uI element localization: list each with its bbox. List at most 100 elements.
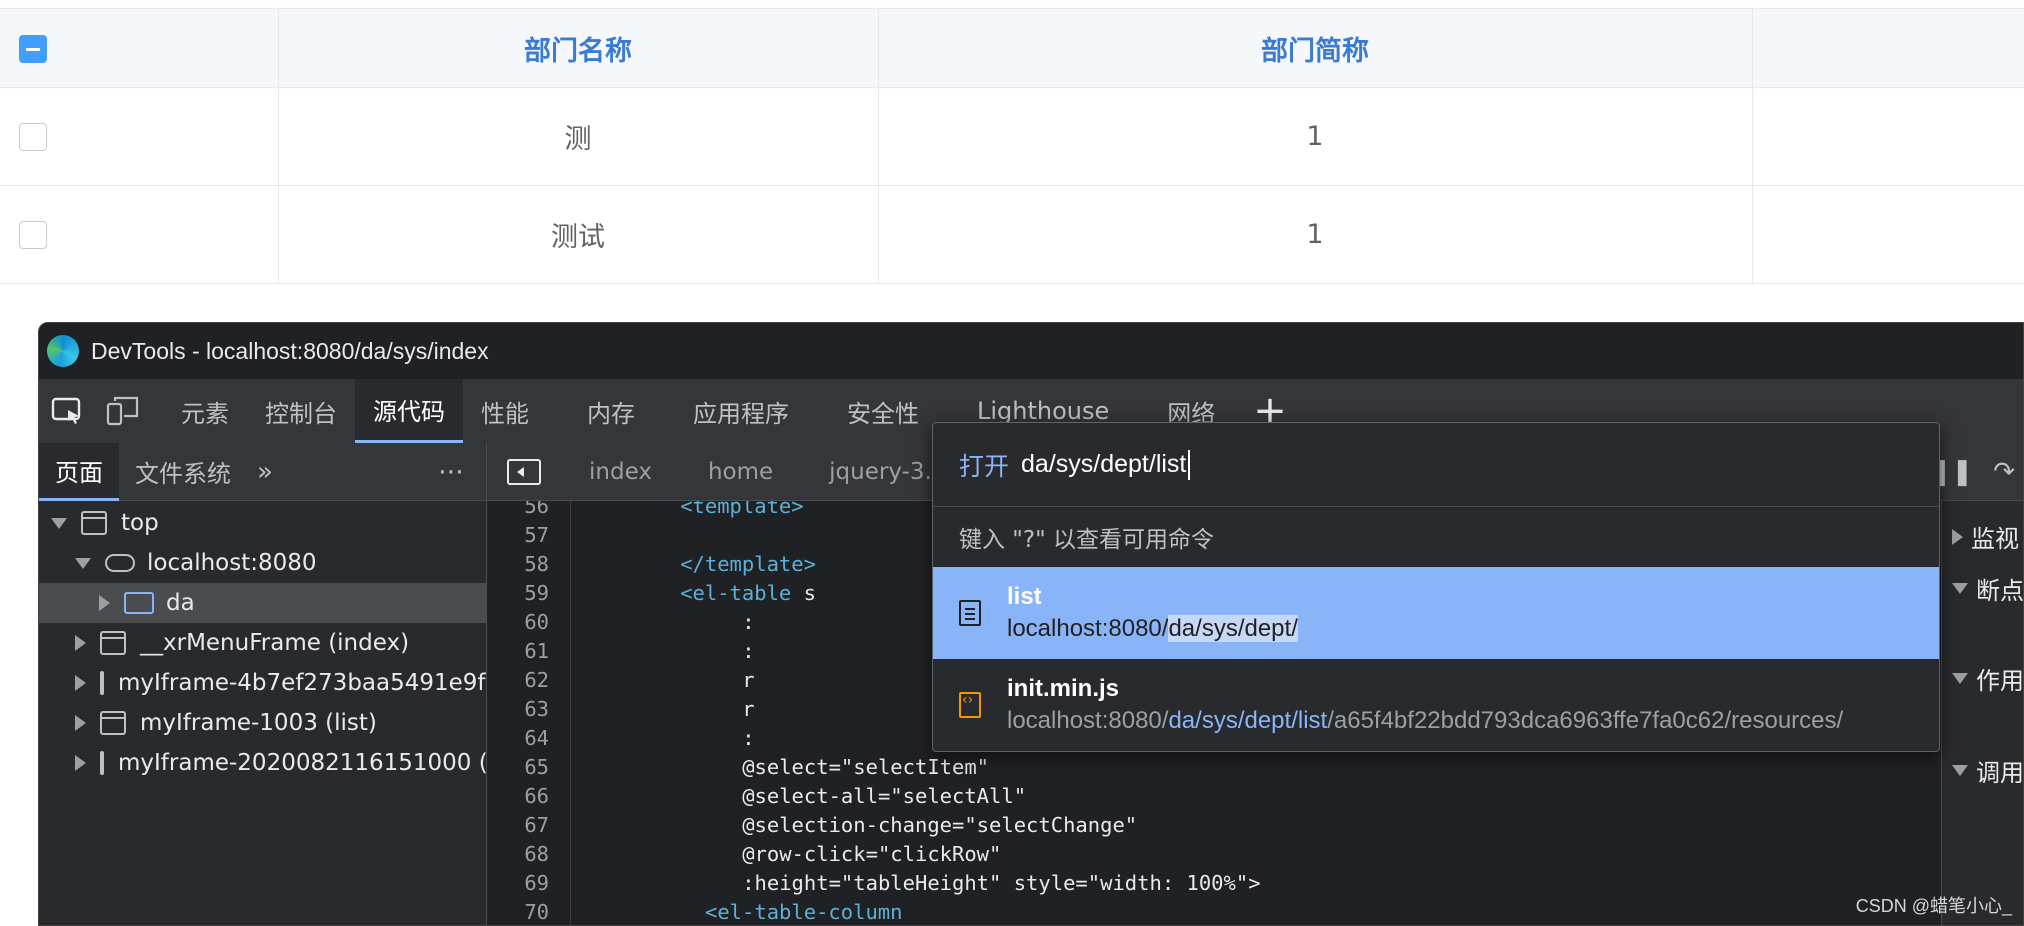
tree-item-label: myIframe-2020082116151000 (h bbox=[118, 750, 486, 776]
tab-memory[interactable]: 内存 bbox=[569, 379, 675, 443]
code-line[interactable]: 70 <el-table-column bbox=[487, 897, 1987, 925]
palette-result-init-min-js[interactable]: init.min.js localhost:8080/da/sys/dept/l… bbox=[933, 659, 1939, 751]
script-file-icon bbox=[959, 692, 981, 718]
devtools-titlebar[interactable]: DevTools - localhost:8080/da/sys/index bbox=[39, 323, 2023, 379]
line-number[interactable]: 63 bbox=[487, 697, 549, 721]
more-options-icon[interactable]: ⋯ bbox=[418, 457, 486, 487]
tab-application[interactable]: 应用程序 bbox=[675, 379, 829, 443]
header-dept-short[interactable]: 部门简称 bbox=[878, 9, 1752, 87]
line-number[interactable]: 60 bbox=[487, 610, 549, 634]
file-tree: top localhost:8080 da __xrMenuFrame (index)… bbox=[39, 501, 486, 783]
palette-result-list[interactable]: list localhost:8080/da/sys/dept/ bbox=[933, 567, 1939, 659]
code-text: <el-table-column bbox=[705, 899, 903, 924]
cloud-icon bbox=[105, 554, 135, 572]
code-text: :height="tableHeight" style="width: 100%… bbox=[742, 870, 1261, 895]
row-checkbox[interactable] bbox=[19, 123, 47, 151]
expand-icon[interactable] bbox=[75, 755, 86, 771]
tree-item-label: da bbox=[166, 590, 195, 616]
palette-hint: 键入 "?" 以查看可用命令 bbox=[959, 527, 1214, 553]
code-text: @select-all="selectAll" bbox=[742, 783, 1027, 808]
code-line[interactable]: 69 :height="tableHeight" style="width: 10… bbox=[487, 868, 1987, 897]
step-over-icon[interactable]: ↷ bbox=[1993, 457, 2015, 487]
collapse-icon bbox=[1952, 583, 1968, 594]
code-text: : bbox=[742, 725, 755, 750]
line-number[interactable]: 67 bbox=[487, 813, 549, 837]
tree-item[interactable]: myIframe-2020082116151000 (h bbox=[39, 743, 486, 783]
tab-elements[interactable]: 元素 bbox=[151, 379, 247, 443]
tree-item[interactable]: __xrMenuFrame (index) bbox=[39, 623, 486, 663]
section-breakpoints[interactable]: 断点 bbox=[1952, 571, 2023, 606]
collapse-icon[interactable] bbox=[51, 517, 67, 529]
section-watch[interactable]: 监视 bbox=[1952, 519, 2019, 554]
cell-dept-short: 1 bbox=[1306, 121, 1324, 152]
section-callstack[interactable]: 调用堆 bbox=[1952, 753, 2023, 788]
debugger-sidebar: 监视 断点 作用域 调用堆 bbox=[1941, 501, 2023, 925]
row-checkbox[interactable] bbox=[19, 221, 47, 249]
tree-item[interactable]: myIframe-4b7ef273baa5491e9fa bbox=[39, 663, 486, 703]
column-divider bbox=[878, 8, 879, 284]
collapse-icon bbox=[1952, 765, 1968, 776]
tab-performance[interactable]: 性能 bbox=[463, 379, 569, 443]
expand-icon bbox=[1952, 528, 1963, 545]
line-number[interactable]: 58 bbox=[487, 552, 549, 576]
tree-item[interactable]: localhost:8080 bbox=[39, 543, 486, 583]
code-text: </template> bbox=[680, 551, 816, 576]
inspect-icon[interactable] bbox=[39, 379, 95, 443]
code-line[interactable]: 66 @select-all="selectAll" bbox=[487, 781, 1987, 810]
screen: 部门名称 部门简称 测 1 测试 1 DevTools - localhost:… bbox=[0, 0, 2024, 926]
tree-item-label: localhost:8080 bbox=[147, 550, 317, 576]
header-dept-name[interactable]: 部门名称 bbox=[278, 9, 878, 87]
line-number[interactable]: 69 bbox=[487, 871, 549, 895]
select-all-checkbox[interactable] bbox=[19, 35, 47, 63]
tab-page[interactable]: 页面 bbox=[39, 442, 119, 501]
frame-icon bbox=[81, 511, 107, 535]
more-tabs-icon[interactable]: » bbox=[247, 457, 283, 487]
collapse-icon[interactable] bbox=[75, 557, 91, 569]
line-number[interactable]: 70 bbox=[487, 900, 549, 924]
palette-input[interactable]: 打开 da/sys/dept/list bbox=[933, 423, 1939, 507]
line-number[interactable]: 56 bbox=[487, 501, 549, 518]
result-title: list bbox=[1007, 583, 1042, 610]
device-toolbar-icon[interactable] bbox=[95, 379, 151, 443]
code-text: r bbox=[742, 667, 755, 692]
editor-tab-home[interactable]: home bbox=[680, 459, 801, 485]
line-number[interactable]: 59 bbox=[487, 581, 549, 605]
code-line[interactable]: 65 @select="selectItem" bbox=[487, 752, 1987, 781]
section-scope[interactable]: 作用域 bbox=[1952, 661, 2023, 696]
palette-query[interactable]: da/sys/dept/list bbox=[1021, 450, 1186, 479]
code-line[interactable]: 68 @row-click="clickRow" bbox=[487, 839, 1987, 868]
table-row[interactable]: 测 1 bbox=[0, 88, 2024, 186]
tab-console[interactable]: 控制台 bbox=[247, 379, 355, 443]
toggle-navigator-icon[interactable] bbox=[507, 458, 541, 485]
code-line[interactable]: 67 @selection-change="selectChange" bbox=[487, 810, 1987, 839]
section-label: 监视 bbox=[1971, 525, 2019, 553]
line-number[interactable]: 62 bbox=[487, 668, 549, 692]
expand-icon[interactable] bbox=[75, 675, 86, 691]
line-number[interactable]: 68 bbox=[487, 842, 549, 866]
tab-sources[interactable]: 源代码 bbox=[355, 379, 463, 443]
code-text: <template> bbox=[680, 501, 804, 518]
result-path: localhost:8080/da/sys/dept/list/a65f4bf2… bbox=[1007, 707, 1844, 734]
line-number[interactable]: 61 bbox=[487, 639, 549, 663]
expand-icon[interactable] bbox=[75, 715, 86, 731]
watermark: CSDN @蜡笔小心_ bbox=[1855, 896, 2012, 916]
line-number[interactable]: 66 bbox=[487, 784, 549, 808]
text-caret bbox=[1188, 449, 1191, 480]
tab-filesystem[interactable]: 文件系统 bbox=[119, 443, 247, 501]
navigator-tabs: 页面 文件系统 » ⋯ bbox=[39, 442, 486, 501]
frame-icon bbox=[100, 751, 104, 775]
column-divider bbox=[1752, 8, 1753, 284]
line-number[interactable]: 57 bbox=[487, 523, 549, 547]
cell-dept-name: 测 bbox=[564, 124, 592, 155]
tree-item[interactable]: top bbox=[39, 503, 486, 543]
code-text: @select="selectItem" bbox=[742, 754, 990, 779]
line-number[interactable]: 65 bbox=[487, 755, 549, 779]
expand-icon[interactable] bbox=[99, 595, 110, 611]
table-row[interactable]: 测试 1 bbox=[0, 186, 2024, 284]
expand-icon[interactable] bbox=[75, 635, 86, 651]
line-number[interactable]: 64 bbox=[487, 726, 549, 750]
tree-item[interactable]: da bbox=[39, 583, 486, 623]
tree-item[interactable]: myIframe-1003 (list) bbox=[39, 703, 486, 743]
editor-tab-index[interactable]: index bbox=[561, 459, 680, 485]
code-text: @selection-change="selectChange" bbox=[742, 812, 1138, 837]
